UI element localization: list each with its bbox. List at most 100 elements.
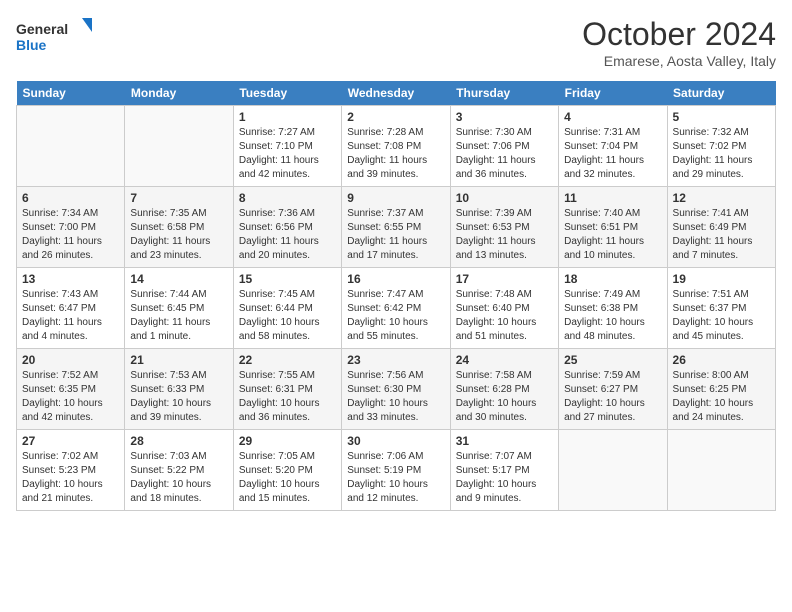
day-detail: Sunrise: 7:43 AMSunset: 6:47 PMDaylight:… [22, 288, 119, 344]
day-detail: Sunrise: 7:40 AMSunset: 6:51 PMDaylight:… [564, 207, 661, 263]
day-detail: Sunrise: 7:30 AMSunset: 7:06 PMDaylight:… [456, 126, 553, 182]
day-detail: Sunrise: 7:56 AMSunset: 6:30 PMDaylight:… [347, 369, 444, 425]
calendar-week-5: 27 Sunrise: 7:02 AMSunset: 5:23 PMDaylig… [17, 430, 776, 511]
calendar-cell: 11 Sunrise: 7:40 AMSunset: 6:51 PMDaylig… [559, 187, 667, 268]
day-number: 1 [239, 110, 336, 124]
day-detail: Sunrise: 7:05 AMSunset: 5:20 PMDaylight:… [239, 450, 336, 506]
day-number: 27 [22, 434, 119, 448]
day-number: 4 [564, 110, 661, 124]
calendar-cell: 24 Sunrise: 7:58 AMSunset: 6:28 PMDaylig… [450, 349, 558, 430]
day-number: 8 [239, 191, 336, 205]
day-number: 14 [130, 272, 227, 286]
day-detail: Sunrise: 7:06 AMSunset: 5:19 PMDaylight:… [347, 450, 444, 506]
day-number: 11 [564, 191, 661, 205]
day-number: 9 [347, 191, 444, 205]
day-number: 24 [456, 353, 553, 367]
calendar-cell: 26 Sunrise: 8:00 AMSunset: 6:25 PMDaylig… [667, 349, 775, 430]
weekday-header-wednesday: Wednesday [342, 81, 450, 106]
location-subtitle: Emarese, Aosta Valley, Italy [582, 53, 776, 69]
calendar-cell: 3 Sunrise: 7:30 AMSunset: 7:06 PMDayligh… [450, 106, 558, 187]
calendar-cell: 4 Sunrise: 7:31 AMSunset: 7:04 PMDayligh… [559, 106, 667, 187]
calendar-cell: 18 Sunrise: 7:49 AMSunset: 6:38 PMDaylig… [559, 268, 667, 349]
day-number: 30 [347, 434, 444, 448]
day-detail: Sunrise: 7:36 AMSunset: 6:56 PMDaylight:… [239, 207, 336, 263]
day-detail: Sunrise: 7:35 AMSunset: 6:58 PMDaylight:… [130, 207, 227, 263]
day-number: 6 [22, 191, 119, 205]
day-detail: Sunrise: 7:47 AMSunset: 6:42 PMDaylight:… [347, 288, 444, 344]
day-number: 29 [239, 434, 336, 448]
day-detail: Sunrise: 7:48 AMSunset: 6:40 PMDaylight:… [456, 288, 553, 344]
day-detail: Sunrise: 7:37 AMSunset: 6:55 PMDaylight:… [347, 207, 444, 263]
calendar-cell: 22 Sunrise: 7:55 AMSunset: 6:31 PMDaylig… [233, 349, 341, 430]
calendar-cell: 7 Sunrise: 7:35 AMSunset: 6:58 PMDayligh… [125, 187, 233, 268]
day-number: 18 [564, 272, 661, 286]
calendar-week-4: 20 Sunrise: 7:52 AMSunset: 6:35 PMDaylig… [17, 349, 776, 430]
day-number: 19 [673, 272, 770, 286]
calendar-cell: 6 Sunrise: 7:34 AMSunset: 7:00 PMDayligh… [17, 187, 125, 268]
weekday-header-friday: Friday [559, 81, 667, 106]
calendar-cell: 8 Sunrise: 7:36 AMSunset: 6:56 PMDayligh… [233, 187, 341, 268]
day-detail: Sunrise: 7:44 AMSunset: 6:45 PMDaylight:… [130, 288, 227, 344]
day-number: 17 [456, 272, 553, 286]
calendar-week-2: 6 Sunrise: 7:34 AMSunset: 7:00 PMDayligh… [17, 187, 776, 268]
day-number: 22 [239, 353, 336, 367]
calendar-cell: 5 Sunrise: 7:32 AMSunset: 7:02 PMDayligh… [667, 106, 775, 187]
day-detail: Sunrise: 7:02 AMSunset: 5:23 PMDaylight:… [22, 450, 119, 506]
calendar-cell: 15 Sunrise: 7:45 AMSunset: 6:44 PMDaylig… [233, 268, 341, 349]
calendar-cell: 14 Sunrise: 7:44 AMSunset: 6:45 PMDaylig… [125, 268, 233, 349]
day-number: 21 [130, 353, 227, 367]
page-header: General Blue October 2024 Emarese, Aosta… [16, 16, 776, 69]
day-detail: Sunrise: 7:32 AMSunset: 7:02 PMDaylight:… [673, 126, 770, 182]
day-detail: Sunrise: 7:41 AMSunset: 6:49 PMDaylight:… [673, 207, 770, 263]
weekday-header-row: SundayMondayTuesdayWednesdayThursdayFrid… [17, 81, 776, 106]
day-number: 7 [130, 191, 227, 205]
day-number: 10 [456, 191, 553, 205]
logo: General Blue [16, 16, 96, 60]
weekday-header-monday: Monday [125, 81, 233, 106]
svg-text:Blue: Blue [16, 37, 47, 53]
calendar-cell: 27 Sunrise: 7:02 AMSunset: 5:23 PMDaylig… [17, 430, 125, 511]
logo-svg: General Blue [16, 16, 96, 60]
day-number: 31 [456, 434, 553, 448]
day-detail: Sunrise: 7:59 AMSunset: 6:27 PMDaylight:… [564, 369, 661, 425]
day-detail: Sunrise: 7:39 AMSunset: 6:53 PMDaylight:… [456, 207, 553, 263]
day-detail: Sunrise: 7:58 AMSunset: 6:28 PMDaylight:… [456, 369, 553, 425]
day-detail: Sunrise: 7:07 AMSunset: 5:17 PMDaylight:… [456, 450, 553, 506]
day-number: 5 [673, 110, 770, 124]
svg-text:General: General [16, 21, 68, 37]
day-detail: Sunrise: 7:52 AMSunset: 6:35 PMDaylight:… [22, 369, 119, 425]
day-detail: Sunrise: 7:49 AMSunset: 6:38 PMDaylight:… [564, 288, 661, 344]
weekday-header-tuesday: Tuesday [233, 81, 341, 106]
calendar-cell: 30 Sunrise: 7:06 AMSunset: 5:19 PMDaylig… [342, 430, 450, 511]
day-number: 2 [347, 110, 444, 124]
day-detail: Sunrise: 7:51 AMSunset: 6:37 PMDaylight:… [673, 288, 770, 344]
calendar-cell: 20 Sunrise: 7:52 AMSunset: 6:35 PMDaylig… [17, 349, 125, 430]
calendar-cell: 13 Sunrise: 7:43 AMSunset: 6:47 PMDaylig… [17, 268, 125, 349]
calendar-cell [17, 106, 125, 187]
day-detail: Sunrise: 7:03 AMSunset: 5:22 PMDaylight:… [130, 450, 227, 506]
calendar-cell: 31 Sunrise: 7:07 AMSunset: 5:17 PMDaylig… [450, 430, 558, 511]
day-number: 12 [673, 191, 770, 205]
day-detail: Sunrise: 7:34 AMSunset: 7:00 PMDaylight:… [22, 207, 119, 263]
calendar-cell: 29 Sunrise: 7:05 AMSunset: 5:20 PMDaylig… [233, 430, 341, 511]
calendar-cell [559, 430, 667, 511]
day-detail: Sunrise: 7:31 AMSunset: 7:04 PMDaylight:… [564, 126, 661, 182]
calendar-cell [125, 106, 233, 187]
calendar-cell: 23 Sunrise: 7:56 AMSunset: 6:30 PMDaylig… [342, 349, 450, 430]
day-number: 26 [673, 353, 770, 367]
day-number: 13 [22, 272, 119, 286]
calendar-cell: 2 Sunrise: 7:28 AMSunset: 7:08 PMDayligh… [342, 106, 450, 187]
calendar-cell [667, 430, 775, 511]
calendar-cell: 17 Sunrise: 7:48 AMSunset: 6:40 PMDaylig… [450, 268, 558, 349]
day-number: 15 [239, 272, 336, 286]
day-detail: Sunrise: 7:27 AMSunset: 7:10 PMDaylight:… [239, 126, 336, 182]
weekday-header-saturday: Saturday [667, 81, 775, 106]
day-number: 20 [22, 353, 119, 367]
day-number: 23 [347, 353, 444, 367]
day-detail: Sunrise: 7:28 AMSunset: 7:08 PMDaylight:… [347, 126, 444, 182]
calendar-cell: 16 Sunrise: 7:47 AMSunset: 6:42 PMDaylig… [342, 268, 450, 349]
day-detail: Sunrise: 7:53 AMSunset: 6:33 PMDaylight:… [130, 369, 227, 425]
day-detail: Sunrise: 7:45 AMSunset: 6:44 PMDaylight:… [239, 288, 336, 344]
day-detail: Sunrise: 8:00 AMSunset: 6:25 PMDaylight:… [673, 369, 770, 425]
calendar-cell: 1 Sunrise: 7:27 AMSunset: 7:10 PMDayligh… [233, 106, 341, 187]
